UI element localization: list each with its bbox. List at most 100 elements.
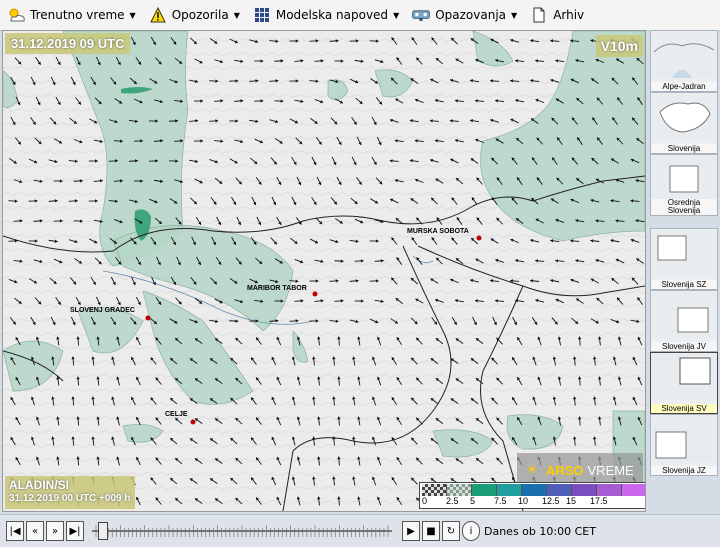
timeline-ticks [92, 524, 392, 538]
legend-label: 12.5 [542, 496, 566, 508]
stop-button[interactable]: ■ [422, 521, 440, 541]
legend-swatch [497, 484, 522, 496]
menu-archive-label: Arhiv [553, 8, 584, 22]
legend-swatch [572, 484, 597, 496]
wind-map[interactable]: 31.12.2019 09 UTC V10m ALADIN/SI 31.12.2… [2, 30, 646, 512]
thumb-label: Slovenija SV [651, 404, 717, 413]
timeline-slider[interactable] [92, 521, 392, 541]
thumb-slovenija[interactable]: Slovenija [650, 92, 718, 154]
thumb-label: Slovenija [651, 144, 717, 153]
legend-label: 10 [518, 496, 542, 508]
city-marker [191, 420, 196, 425]
thumb-image [652, 156, 716, 202]
thumb-slovenija-sv[interactable]: Slovenija SV [650, 352, 718, 414]
next-frame-button[interactable]: » [46, 521, 64, 541]
model-info: ALADIN/SI 31.12.2019 00 UTC +009 h [5, 476, 135, 509]
menu-model-forecast[interactable]: Modelska napoved ▼ [246, 1, 405, 29]
sun-logo-icon: ☀ [526, 462, 538, 478]
menu-model-forecast-label: Modelska napoved [276, 8, 388, 22]
chevron-down-icon: ▼ [511, 11, 517, 20]
wind-map-canvas [3, 31, 645, 511]
menu-archive[interactable]: Arhiv [523, 1, 590, 29]
forecast-datetime: 31.12.2019 09 UTC [5, 33, 130, 54]
legend-swatch [622, 484, 646, 496]
legend-label: 5 [470, 496, 494, 508]
chevron-down-icon: ▼ [130, 11, 136, 20]
legend-swatch [422, 484, 447, 496]
legend-swatch [597, 484, 622, 496]
play-icon: ▶ [407, 526, 415, 537]
rewind-icon: « [32, 526, 38, 537]
city-marker [477, 236, 482, 241]
legend-labels: 02.557.51012.51517.5 [422, 496, 646, 508]
chevron-down-icon: ▼ [234, 11, 240, 20]
thumb-label: Slovenija SZ [651, 280, 717, 289]
menu-current-weather[interactable]: Trenutno vreme ▼ [0, 1, 142, 29]
city-label: SLOVENJ GRADEC [70, 307, 135, 314]
menu-observations[interactable]: Opazovanja ▼ [405, 1, 523, 29]
thumb-slovenija-jv[interactable]: Slovenija JV [650, 290, 718, 352]
city-label: MURSKA SOBOTA [407, 228, 469, 235]
document-icon [529, 6, 549, 24]
thumb-label: Osrednja Slovenija [651, 199, 717, 215]
stop-icon: ■ [426, 526, 435, 537]
legend-swatch [547, 484, 572, 496]
thumb-image [652, 94, 716, 140]
timeline-handle[interactable] [98, 522, 108, 540]
current-time-status: Danes ob 10:00 CET [484, 525, 596, 538]
menu-warnings-label: Opozorila [172, 8, 229, 22]
loop-icon: ↻ [447, 526, 455, 537]
prev-frame-button[interactable]: « [26, 521, 44, 541]
station-icon [411, 6, 431, 24]
thumb-image [652, 230, 716, 276]
menu-current-weather-label: Trenutno vreme [30, 8, 125, 22]
legend-swatch [522, 484, 547, 496]
legend-label: 0 [422, 496, 446, 508]
menu-warnings[interactable]: Opozorila ▼ [142, 1, 246, 29]
model-name: ALADIN/SI [9, 478, 130, 492]
first-frame-button[interactable]: |◀ [6, 521, 24, 541]
thumb-label: Alpe-Jadran [651, 82, 717, 91]
legend-label: 15 [566, 496, 590, 508]
thumb-label: Slovenija JZ [651, 466, 717, 475]
sun-cloud-icon [6, 6, 26, 24]
thumb-image [652, 32, 716, 78]
thumb-image [652, 416, 716, 462]
thumb-alpe-jadran[interactable]: Alpe-Jadran [650, 30, 718, 92]
model-run: 31.12.2019 00 UTC +009 h [9, 492, 130, 506]
region-thumbnails: Alpe-Jadran Slovenija Osrednja Slovenija… [649, 30, 719, 512]
city-marker [313, 292, 318, 297]
thumb-slovenija-sz[interactable]: Slovenija SZ [650, 228, 718, 290]
thumb-image [652, 354, 716, 400]
play-button[interactable]: ▶ [402, 521, 420, 541]
legend-swatch [447, 484, 472, 496]
skip-end-icon: ▶| [69, 526, 80, 537]
legend-swatch [472, 484, 497, 496]
logo-text: VREME [587, 463, 633, 478]
legend-label: 17.5 [590, 496, 614, 508]
color-legend: 02.557.51012.51517.5 [419, 482, 646, 509]
thumb-osrednja-slovenija[interactable]: Osrednja Slovenija [650, 154, 718, 216]
menu-bar: Trenutno vreme ▼ Opozorila ▼ Modelska na… [0, 0, 720, 31]
info-icon: i [470, 526, 473, 537]
info-button[interactable]: i [462, 521, 480, 541]
thumb-slovenija-jz[interactable]: Slovenija JZ [650, 414, 718, 476]
legend-label: 2.5 [446, 496, 470, 508]
city-label: MARIBOR TABOR [247, 285, 307, 292]
app-root: Trenutno vreme ▼ Opozorila ▼ Modelska na… [0, 0, 720, 546]
last-frame-button[interactable]: ▶| [66, 521, 84, 541]
variable-name: V10m [596, 35, 643, 57]
skip-start-icon: |◀ [9, 526, 20, 537]
fast-forward-icon: » [52, 526, 58, 537]
grid-icon [252, 6, 272, 24]
menu-observations-label: Opazovanja [435, 8, 506, 22]
chevron-down-icon: ▼ [393, 11, 399, 20]
legend-bars [422, 484, 646, 496]
thumb-label: Slovenija JV [651, 342, 717, 351]
thumb-image [652, 292, 716, 338]
legend-label: 7.5 [494, 496, 518, 508]
city-label: CELJE [165, 411, 188, 418]
loop-button[interactable]: ↻ [442, 521, 460, 541]
city-marker [146, 316, 151, 321]
warning-icon [148, 6, 168, 24]
